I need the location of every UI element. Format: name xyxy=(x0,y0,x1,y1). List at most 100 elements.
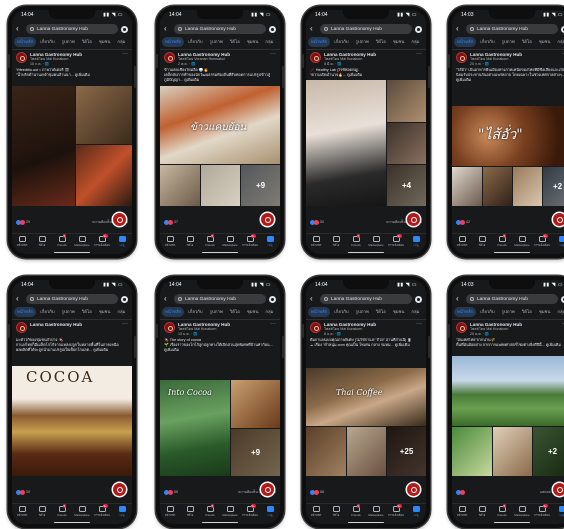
search-input[interactable]: Lanna Gastronomy Hub xyxy=(320,294,412,304)
nav-item-3[interactable]: Marketplace xyxy=(74,506,91,517)
more-icon[interactable]: ··· xyxy=(270,51,276,57)
more-icon[interactable]: ··· xyxy=(416,51,422,57)
tab-2[interactable]: รูปภาพ xyxy=(499,37,518,47)
photo-tile[interactable] xyxy=(387,80,426,122)
nav-item-5[interactable]: เมนู xyxy=(554,506,564,518)
avatar[interactable] xyxy=(456,322,467,333)
back-icon[interactable]: ‹ xyxy=(164,295,171,303)
back-icon[interactable]: ‹ xyxy=(16,295,23,303)
post-photo-collage[interactable] xyxy=(12,86,132,206)
tab-5[interactable]: กลุ่ม xyxy=(262,307,276,317)
nav-item-5[interactable]: เมนู xyxy=(408,236,425,248)
nav-item-0[interactable]: หน้าหลัก xyxy=(162,506,179,518)
tab-4[interactable]: ชุมชน xyxy=(96,37,114,47)
tab-5[interactable]: กลุ่ม xyxy=(554,37,564,47)
nav-item-3[interactable]: Marketplace xyxy=(368,236,385,247)
avatar[interactable] xyxy=(310,52,321,63)
search-input[interactable]: Lanna Gastronomy Hub xyxy=(466,294,558,304)
tab-3[interactable]: วิดีโอ xyxy=(79,307,95,317)
tab-0[interactable]: หน้าหลัก xyxy=(162,307,185,317)
nav-item-1[interactable]: วิดีโอ xyxy=(34,506,51,518)
nav-item-0[interactable]: หน้าหลัก xyxy=(14,236,31,248)
photo-tile[interactable] xyxy=(452,356,564,426)
tab-4[interactable]: ชุมชน xyxy=(536,37,554,47)
more-photos-count[interactable]: +2 xyxy=(533,427,564,476)
avatar[interactable] xyxy=(456,52,467,63)
nav-item-0[interactable]: หน้าหลัก xyxy=(308,236,325,248)
tab-3[interactable]: วิดีโอ xyxy=(519,37,535,47)
post-photo-collage[interactable]: ข้าวแคบย้อน +9 xyxy=(160,86,280,206)
search-input[interactable]: Lanna Gastronomy Hub xyxy=(26,24,118,34)
nav-item-4[interactable]: การแจ้งเตือน 9+ xyxy=(534,234,551,248)
more-icon[interactable]: ··· xyxy=(122,321,128,327)
nav-item-2[interactable]: Friends 5 xyxy=(494,504,511,517)
nav-item-0[interactable]: หน้าหลัก xyxy=(308,506,325,518)
photo-tile[interactable] xyxy=(76,86,132,144)
nav-item-5[interactable]: เมนู xyxy=(262,236,279,248)
tab-3[interactable]: วิดีโอ xyxy=(227,307,243,317)
nav-item-2[interactable]: Friends 5 xyxy=(348,234,365,247)
tab-0[interactable]: หน้าหลัก xyxy=(14,307,37,317)
tab-3[interactable]: วิดีโอ xyxy=(373,307,389,317)
post-photo-collage[interactable]: Thai Coffee +25 xyxy=(306,368,426,476)
nav-item-5[interactable]: เมนู xyxy=(554,236,564,248)
tab-5[interactable]: กลุ่ม xyxy=(262,37,276,47)
photo-tile[interactable] xyxy=(452,427,492,476)
nav-item-2[interactable]: Friends 5 xyxy=(202,504,219,517)
tab-1[interactable]: เกี่ยวกับ xyxy=(37,307,57,317)
tab-2[interactable]: รูปภาพ xyxy=(207,307,226,317)
nav-item-2[interactable]: Friends 5 xyxy=(54,234,71,247)
photo-tile[interactable] xyxy=(387,123,426,164)
nav-item-4[interactable]: การแจ้งเตือน 9+ xyxy=(388,504,405,518)
post-photo-collage[interactable]: Into Cocoa +9 xyxy=(160,380,280,476)
avatar[interactable] xyxy=(16,52,27,63)
search-input[interactable]: Lanna Gastronomy Hub xyxy=(320,24,412,34)
avatar[interactable] xyxy=(164,322,175,333)
messenger-fab[interactable] xyxy=(113,483,126,496)
nav-item-1[interactable]: วิดีโอ xyxy=(182,236,199,248)
tab-2[interactable]: รูปภาพ xyxy=(59,37,78,47)
gear-icon[interactable] xyxy=(415,295,422,303)
nav-item-3[interactable]: Marketplace xyxy=(222,506,239,517)
gear-icon[interactable] xyxy=(121,295,128,303)
tab-1[interactable]: เกี่ยวกับ xyxy=(477,37,497,47)
tab-3[interactable]: วิดีโอ xyxy=(79,37,95,47)
nav-item-5[interactable]: เมนู xyxy=(114,236,131,248)
tab-1[interactable]: เกี่ยวกับ xyxy=(477,307,497,317)
photo-tile[interactable] xyxy=(231,380,280,428)
photo-tile[interactable] xyxy=(347,427,386,476)
tab-3[interactable]: วิดีโอ xyxy=(373,37,389,47)
tab-1[interactable]: เกี่ยวกับ xyxy=(331,37,351,47)
gear-icon[interactable] xyxy=(269,25,276,33)
nav-item-1[interactable]: วิดีโอ xyxy=(328,236,345,248)
more-icon[interactable]: ··· xyxy=(270,321,276,327)
tab-0[interactable]: หน้าหลัก xyxy=(308,307,331,317)
more-photos-count[interactable]: +9 xyxy=(231,429,280,476)
back-icon[interactable]: ‹ xyxy=(164,25,171,33)
nav-item-4[interactable]: การแจ้งเตือน 9+ xyxy=(94,234,111,248)
messenger-fab[interactable] xyxy=(407,213,420,226)
tab-0[interactable]: หน้าหลัก xyxy=(308,37,331,47)
nav-item-4[interactable]: การแจ้งเตือน 9+ xyxy=(242,234,259,248)
tab-2[interactable]: รูปภาพ xyxy=(207,37,226,47)
post-photo-collage[interactable]: "ไส้อั่ว" +2 xyxy=(452,106,564,206)
nav-item-1[interactable]: วิดีโอ xyxy=(34,236,51,248)
photo-tile[interactable] xyxy=(452,167,482,206)
back-icon[interactable]: ‹ xyxy=(16,25,23,33)
tab-0[interactable]: หน้าหลัก xyxy=(14,37,37,47)
nav-item-3[interactable]: Marketplace xyxy=(514,506,531,517)
search-input[interactable]: Lanna Gastronomy Hub xyxy=(174,24,266,34)
nav-item-2[interactable]: Friends 5 xyxy=(202,234,219,247)
messenger-fab[interactable] xyxy=(407,483,420,496)
photo-tile[interactable] xyxy=(76,145,132,206)
nav-item-2[interactable]: Friends 5 xyxy=(54,504,71,517)
nav-item-1[interactable]: วิดีโอ xyxy=(474,506,491,518)
messenger-fab[interactable] xyxy=(113,213,126,226)
messenger-fab[interactable] xyxy=(261,483,274,496)
nav-item-3[interactable]: Marketplace xyxy=(222,236,239,247)
tab-2[interactable]: รูปภาพ xyxy=(353,37,372,47)
post-photo-collage[interactable]: COCOA xyxy=(12,366,132,476)
back-icon[interactable]: ‹ xyxy=(310,25,317,33)
tab-1[interactable]: เกี่ยวกับ xyxy=(185,307,205,317)
photo-tile[interactable] xyxy=(483,167,512,206)
